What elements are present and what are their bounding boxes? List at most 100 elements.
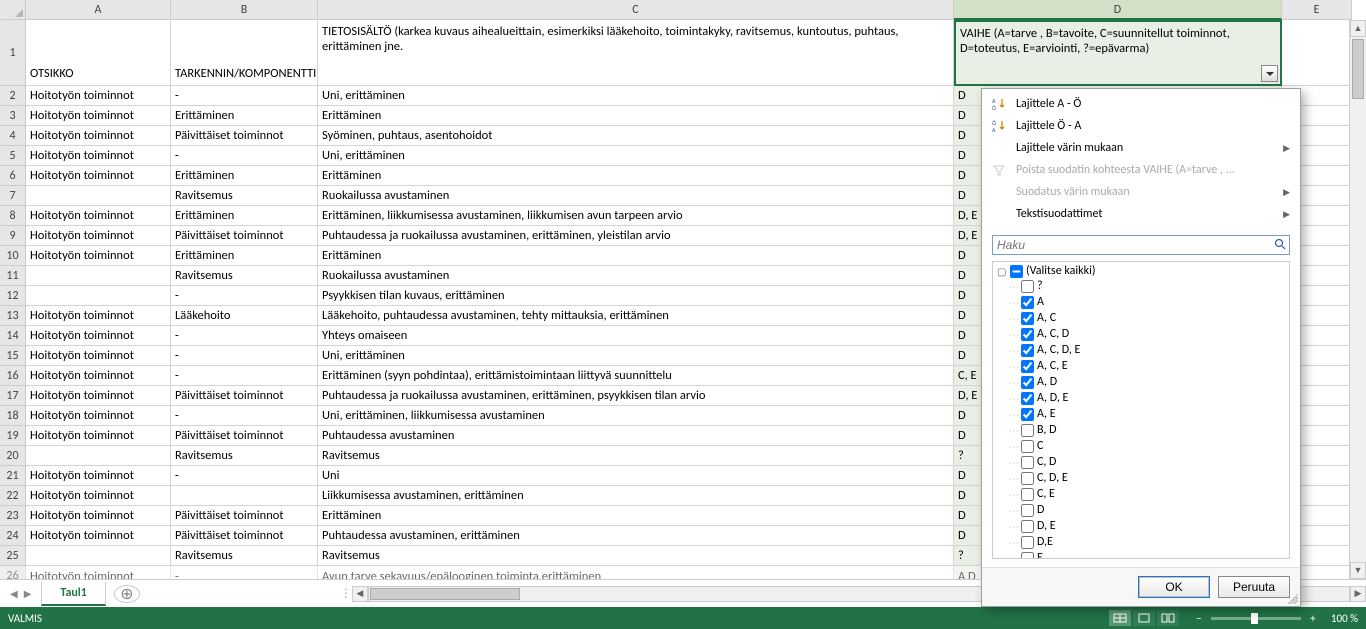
resize-handle[interactable] bbox=[1288, 594, 1298, 604]
filter-value-item[interactable]: ⋯C, E bbox=[997, 486, 1285, 502]
cell[interactable]: Avun tarve sekavuus/epälooginen toiminta… bbox=[318, 566, 954, 579]
cell[interactable]: Erittäminen bbox=[318, 106, 954, 126]
filter-value-item[interactable]: ⋯C bbox=[997, 438, 1285, 454]
select-all-checkbox[interactable] bbox=[1010, 265, 1023, 278]
cell[interactable]: Päivittäiset toiminnot bbox=[171, 126, 318, 146]
filter-value-checkbox[interactable] bbox=[1021, 408, 1034, 421]
filter-value-checkbox[interactable] bbox=[1021, 440, 1034, 453]
row-header[interactable]: 16 bbox=[0, 366, 26, 386]
row-header[interactable]: 1 bbox=[0, 20, 26, 86]
row-header[interactable]: 14 bbox=[0, 326, 26, 346]
row-header[interactable]: 4 bbox=[0, 126, 26, 146]
cell[interactable]: Uni, erittäminen bbox=[318, 346, 954, 366]
filter-values-tree[interactable]: ▢ (Valitse kaikki) ⋯?⋯A⋯A, C⋯A, C, D⋯A, … bbox=[992, 261, 1290, 559]
cell[interactable]: Erittäminen bbox=[171, 166, 318, 186]
row-header[interactable]: 8 bbox=[0, 206, 26, 226]
cell[interactable] bbox=[171, 486, 318, 506]
column-header-C[interactable]: C bbox=[318, 0, 954, 20]
scroll-up-button[interactable]: ▲ bbox=[1350, 20, 1366, 37]
sheet-tab-taul1[interactable]: Taul1 bbox=[41, 582, 105, 606]
cell[interactable]: Päivittäiset toiminnot bbox=[171, 526, 318, 546]
filter-value-checkbox[interactable] bbox=[1021, 552, 1034, 560]
sheet-nav-prev[interactable]: ◀ bbox=[10, 587, 18, 600]
view-page-break-button[interactable] bbox=[1157, 610, 1179, 626]
filter-dropdown-button[interactable] bbox=[1261, 65, 1278, 82]
row-header[interactable]: 7 bbox=[0, 186, 26, 206]
cell[interactable]: Hoitotyön toiminnot bbox=[26, 326, 171, 346]
row-header[interactable]: 6 bbox=[0, 166, 26, 186]
add-sheet-button[interactable]: ⊕ bbox=[114, 585, 140, 603]
hscroll-thumb[interactable] bbox=[370, 588, 520, 600]
filter-value-item[interactable]: ⋯D bbox=[997, 502, 1285, 518]
cell[interactable]: Päivittäiset toiminnot bbox=[171, 226, 318, 246]
filter-value-item[interactable]: ⋯A, D bbox=[997, 374, 1285, 390]
cell[interactable]: Päivittäiset toiminnot bbox=[171, 386, 318, 406]
zoom-out-button[interactable]: − bbox=[1193, 612, 1205, 625]
filter-value-checkbox[interactable] bbox=[1021, 504, 1034, 517]
filter-value-item[interactable]: ⋯A, C bbox=[997, 310, 1285, 326]
cell[interactable]: Erittäminen bbox=[171, 106, 318, 126]
cell[interactable]: Hoitotyön toiminnot bbox=[26, 406, 171, 426]
cell[interactable] bbox=[26, 266, 171, 286]
cell[interactable] bbox=[26, 546, 171, 566]
filter-value-checkbox[interactable] bbox=[1021, 456, 1034, 469]
row-header[interactable]: 18 bbox=[0, 406, 26, 426]
cell[interactable]: Ravitsemus bbox=[171, 186, 318, 206]
column-header-D[interactable]: D bbox=[954, 0, 1282, 20]
cell[interactable]: Päivittäiset toiminnot bbox=[171, 506, 318, 526]
zoom-in-button[interactable]: + bbox=[1307, 612, 1319, 625]
cell[interactable]: Hoitotyön toiminnot bbox=[26, 226, 171, 246]
filter-value-checkbox[interactable] bbox=[1021, 312, 1034, 325]
row-header[interactable]: 23 bbox=[0, 506, 26, 526]
filter-value-checkbox[interactable] bbox=[1021, 536, 1034, 549]
cell[interactable]: Puhtaudessa ja ruokailussa avustaminen, … bbox=[318, 386, 954, 406]
cell[interactable]: Ravitsemus bbox=[318, 546, 954, 566]
scroll-track[interactable] bbox=[1350, 37, 1366, 562]
cell[interactable]: Erittäminen bbox=[318, 246, 954, 266]
header-cell-tietosisalto[interactable]: TIETOSISÄLTÖ (karkea kuvaus aihealueitta… bbox=[318, 20, 954, 86]
cell[interactable]: Erittäminen, liikkumisessa avustaminen, … bbox=[318, 206, 954, 226]
cell[interactable] bbox=[26, 446, 171, 466]
filter-value-checkbox[interactable] bbox=[1021, 296, 1034, 309]
cell[interactable]: Puhtaudessa avustaminen, erittäminen bbox=[318, 526, 954, 546]
view-page-layout-button[interactable] bbox=[1133, 610, 1155, 626]
view-normal-button[interactable] bbox=[1109, 610, 1131, 626]
column-header-E[interactable]: E bbox=[1282, 0, 1352, 20]
filter-value-item[interactable]: ⋯A, D, E bbox=[997, 390, 1285, 406]
cell[interactable]: Hoitotyön toiminnot bbox=[26, 306, 171, 326]
cell[interactable]: Hoitotyön toiminnot bbox=[26, 146, 171, 166]
filter-value-checkbox[interactable] bbox=[1021, 392, 1034, 405]
sheet-nav-next[interactable]: ▶ bbox=[24, 587, 32, 600]
cell[interactable]: Hoitotyön toiminnot bbox=[26, 166, 171, 186]
filter-value-checkbox[interactable] bbox=[1021, 520, 1034, 533]
cell[interactable]: Puhtaudessa ja ruokailussa avustaminen, … bbox=[318, 226, 954, 246]
filter-search-input[interactable] bbox=[992, 235, 1290, 255]
cell[interactable]: Uni bbox=[318, 466, 954, 486]
filter-value-checkbox[interactable] bbox=[1021, 424, 1034, 437]
filter-value-checkbox[interactable] bbox=[1021, 360, 1034, 373]
row-header[interactable]: 9 bbox=[0, 226, 26, 246]
text-filters[interactable]: Tekstisuodattimet ▶ bbox=[982, 203, 1300, 225]
filter-value-item[interactable]: ⋯D, E bbox=[997, 518, 1285, 534]
column-header-B[interactable]: B bbox=[171, 0, 318, 20]
cell[interactable]: Hoitotyön toiminnot bbox=[26, 106, 171, 126]
collapse-icon[interactable]: ▢ bbox=[997, 265, 1007, 278]
cell[interactable]: Hoitotyön toiminnot bbox=[26, 426, 171, 446]
cell[interactable]: Lääkehoito bbox=[171, 306, 318, 326]
filter-value-item[interactable]: ⋯E bbox=[997, 550, 1285, 559]
row-header[interactable]: 15 bbox=[0, 346, 26, 366]
cell[interactable]: - bbox=[171, 406, 318, 426]
filter-value-item[interactable]: ⋯A, C, E bbox=[997, 358, 1285, 374]
vertical-scrollbar[interactable]: ▲ ▼ bbox=[1349, 20, 1366, 579]
zoom-slider[interactable] bbox=[1211, 617, 1301, 620]
cell[interactable]: Erittäminen bbox=[171, 206, 318, 226]
header-cell-e[interactable] bbox=[1282, 20, 1352, 86]
select-all-item[interactable]: ▢ (Valitse kaikki) bbox=[997, 264, 1285, 278]
scroll-left-button[interactable]: ◀ bbox=[352, 586, 368, 602]
cell[interactable]: Lääkehoito, puhtaudessa avustaminen, teh… bbox=[318, 306, 954, 326]
cell[interactable]: Ruokailussa avustaminen bbox=[318, 266, 954, 286]
row-header[interactable]: 12 bbox=[0, 286, 26, 306]
sort-by-color[interactable]: Lajittele värin mukaan ▶ bbox=[982, 137, 1300, 159]
filter-value-checkbox[interactable] bbox=[1021, 488, 1034, 501]
cell[interactable]: Hoitotyön toiminnot bbox=[26, 566, 171, 579]
